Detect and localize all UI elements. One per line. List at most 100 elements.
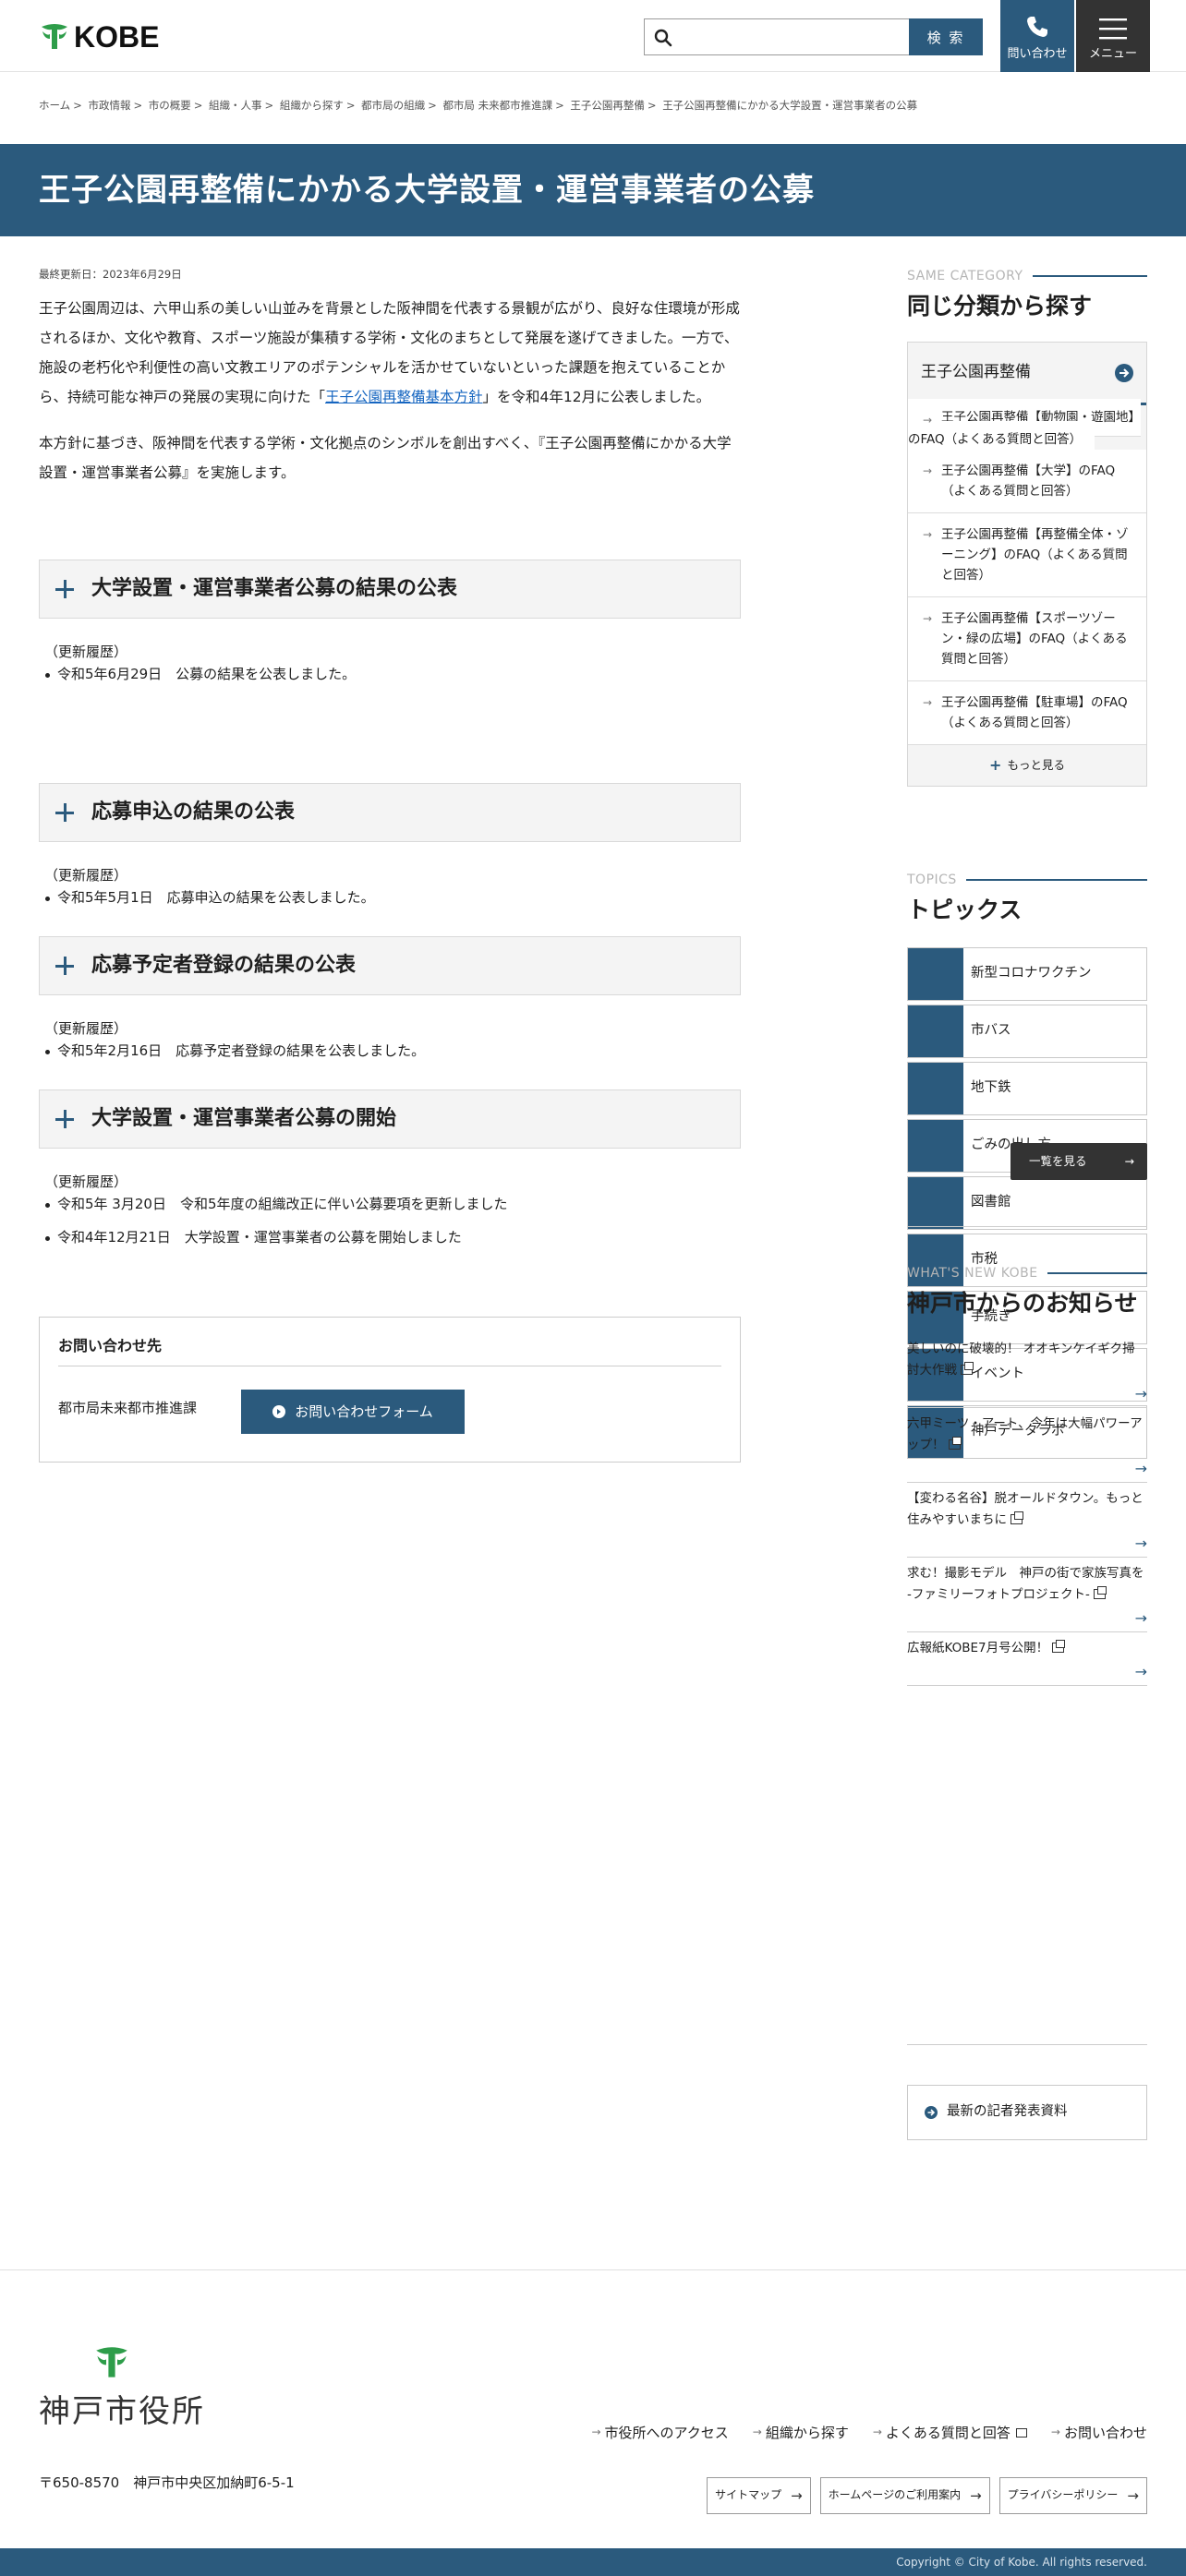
plus-icon: + [989,756,1002,775]
list-item: 令和5年2月16日 応募予定者登録の結果を公表しました。 [39,1040,741,1062]
breadcrumb-item[interactable]: 組織から探す [280,99,344,112]
category-item[interactable]: → 王子公園再整備【大学】のFAQ（よくある質問と回答） [908,450,1146,513]
footer-link-organization[interactable]: → 組織から探す [753,2422,849,2444]
external-link-icon [1052,1640,1066,1653]
category-item[interactable]: → 王子公園再整備【駐車場】のFAQ（よくある質問と回答） [908,681,1146,745]
category-item[interactable]: → 王子公園再整備【スポーツゾーン・緑の広場】のFAQ（よくある質問と回答） [908,597,1146,681]
breadcrumb-item[interactable]: 市の概要 [149,99,191,112]
footer-link-access[interactable]: → 市役所へのアクセス [591,2422,728,2444]
list-item: 令和4年12月21日 大学設置・運営事業者の公募を開始しました [39,1226,741,1248]
breadcrumb-item[interactable]: 都市局 未来都市推進課 [442,99,552,112]
usage-guide-link[interactable]: ホームページのご利用案内 → [819,2477,990,2514]
breadcrumb-item[interactable]: ホーム [39,99,70,112]
accordion-header[interactable]: 大学設置・運営事業者公募の結果の公表 [39,560,741,619]
search-button[interactable]: 検 索 [909,18,983,55]
history-label: （更新履歴） [44,867,128,884]
news-item[interactable]: 六甲ミーツ・アート、今年は大幅パワーアップ！ → [907,1408,1147,1483]
news: WHAT'S NEW KOBE 神戸市からのお知らせ 美しいのに破壊的！ オオキ… [907,1263,1147,1686]
breadcrumb-item[interactable]: 市政情報 [88,99,130,112]
same-category-heading: 同じ分類から探す [907,293,1093,319]
accordion-header[interactable]: 大学設置・運営事業者公募の開始 [39,1089,741,1149]
breadcrumb-item[interactable]: 組織・人事 [209,99,262,112]
title-band: 王子公園再整備にかかる大学設置・運営事業者の公募 [0,144,1186,236]
press-release-button[interactable]: 最新の記者発表資料 [907,2085,1147,2140]
arrow-right-icon: → [923,696,933,709]
category-current-label: 王子公園再整備 [921,362,1031,381]
arrow-right-icon: → [1124,1154,1134,1168]
footer-link-faq[interactable]: → よくある質問と回答 [873,2422,1027,2444]
accordion-title: 応募申込の結果の公表 [91,800,296,825]
search-input[interactable] [680,21,902,53]
news-item[interactable]: 美しいのに破壊的！ オオキンケイギク掃討大作戦 → [907,1333,1147,1408]
topic-item[interactable]: 新型コロナワクチン [907,947,1147,1001]
accordion-section: 大学設置・運営事業者公募の結果の公表 （更新履歴） 令和5年6月29日 公募の結… [39,560,741,689]
history-label: （更新履歴） [44,644,128,660]
arrow-right-icon: → [1134,1535,1147,1552]
topic-item[interactable]: 市バス [907,1005,1147,1058]
contact-form-button[interactable]: お問い合わせフォーム [241,1390,465,1434]
arrow-right-icon: → [970,2487,982,2504]
news-item[interactable]: 【変わる名谷】脱オールドタウン。もっと住みやすいまちに → [907,1483,1147,1558]
news-item[interactable]: 広報紙KOBE7月号公開！ → [907,1632,1147,1686]
search-icon [654,29,672,47]
same-category-header: SAME CATEGORY 同じ分類から探す [907,266,1147,325]
phone-icon [1027,17,1047,38]
external-link-icon [1015,2428,1027,2438]
divider [907,2044,1147,2045]
topic-icon [908,1177,963,1229]
intro-paragraph-1: 王子公園周辺は、六甲山系の美しい山並みを背景とした阪神間を代表する景観が広がり、… [39,300,740,406]
accordion-header[interactable]: 応募予定者登録の結果の公表 [39,936,741,995]
list-item: 令和5年6月29日 公募の結果を公表しました。 [39,663,741,685]
external-link-icon [961,1362,974,1375]
breadcrumb-item[interactable]: 都市局の組織 [361,99,425,112]
breadcrumb: ホーム > 市政情報 > 市の概要 > 組織・人事 > 組織から探す > 都市局の組織 > … [39,99,918,112]
plus-icon [54,1109,75,1129]
basic-policy-link[interactable]: 王子公園再整備基本方針 [325,389,483,405]
footer-links: → 市役所へのアクセス → 組織から探す → よくある質問と回答 → お問い合わせ [591,2422,1147,2444]
arrow-right-icon: → [1134,1663,1147,1680]
topic-icon [908,1120,963,1172]
arrow-right-icon: → [1134,1460,1147,1477]
menu-button[interactable]: メニュー [1076,0,1150,72]
main-content: 最終更新日：2023年6月29日 王子公園周辺は、六甲山系の美しい山並みを背景と… [39,266,741,1463]
list-item: 令和5年5月1日 応募申込の結果を公表しました。 [39,886,741,909]
contact-header-label: 問い合わせ [1007,47,1068,62]
category-current-link[interactable]: 王子公園再整備 [908,343,1146,405]
topics-see-all-button[interactable]: 一覧を見る → [1011,1143,1147,1180]
category-item[interactable]: → 王子公園再整備【再整備全体・ゾーニング】のFAQ（よくある質問と回答） [908,513,1146,597]
sitemap-link[interactable]: サイトマップ → [707,2477,811,2514]
news-heading: 神戸市からのお知らせ [907,1290,1138,1317]
menu-label: メニュー [1088,47,1137,62]
accordion-header[interactable]: 応募申込の結果の公表 [39,783,741,842]
privacy-policy-link[interactable]: プライバシーポリシー → [998,2477,1147,2514]
plus-icon [54,956,75,976]
breadcrumb-item[interactable]: 王子公園再整備 [570,99,645,112]
footer-link-contact[interactable]: → お問い合わせ [1051,2422,1147,2444]
contact-form-label: お問い合わせフォーム [295,1403,433,1420]
history-label: （更新履歴） [44,1020,128,1037]
kobe-emblem-icon [42,24,67,49]
arrow-right-icon: → [1050,2426,1060,2439]
kobe-logo[interactable]: KOBE [39,20,159,54]
category-more-button[interactable]: + もっと見る [908,745,1146,786]
history-list: 令和5年5月1日 応募申込の結果を公表しました。 [39,886,741,909]
arrow-right-icon: → [923,612,933,625]
topics-heading: トピックス [907,897,1023,923]
accordion-section: 応募予定者登録の結果の公表 （更新履歴） 令和5年2月16日 応募予定者登録の結… [39,936,741,1065]
arrow-right-icon: → [1134,1385,1147,1402]
arrow-right-icon: → [791,2487,803,2504]
arrow-right-icon: → [1127,2487,1139,2504]
footer-logo-text: 神戸市役所 [39,2393,205,2430]
contact-header-button[interactable]: 問い合わせ [1000,0,1074,72]
topic-item[interactable]: 地下鉄 [907,1062,1147,1115]
site-header: KOBE 検 索 問い合わせ メニュー [0,0,1186,72]
topic-icon [908,1005,963,1057]
arrow-right-icon: → [923,528,933,541]
accordion-body: （更新履歴） 令和5年 3月20日 令和5年度の組織改正に伴い公募要項を更新しま… [39,1149,741,1248]
topic-item[interactable]: 図書館 [907,1176,1147,1230]
kobe-emblem-icon [96,2347,127,2377]
plus-icon [54,802,75,823]
news-item[interactable]: 求む！撮影モデル 神戸の街で家族写真を -ファミリーフォトプロジェクト- → [907,1558,1147,1632]
category-box: 王子公園再整備 → 王子公園再整備【動物園・遊園地】のFAQ（よくある質問と回答）… [907,342,1147,787]
copyright: Copyright © City of Kobe. All rights res… [0,2548,1186,2576]
